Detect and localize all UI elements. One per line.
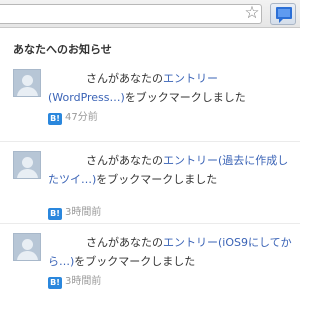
divider (0, 223, 300, 224)
avatar-body (17, 169, 38, 178)
address-bar[interactable] (0, 4, 262, 24)
hatena-bookmark-badge-icon: B! (48, 277, 62, 289)
timestamp: 47分前 (65, 112, 98, 123)
divider (0, 141, 300, 142)
notification-message: さんがあなたのエントリー(過去に作成したツイ…)をブックマークしました (48, 151, 294, 189)
message-suffix: をブックマークしました (124, 91, 246, 104)
avatar[interactable] (13, 151, 41, 179)
message-suffix: をブックマークしました (96, 173, 218, 186)
popup-heading: あなたへのお知らせ (13, 43, 112, 56)
notification-item[interactable]: さんがあなたのエントリー(過去に作成したツイ…)をブックマークしました B! 3時… (0, 151, 300, 229)
avatar-head (22, 157, 33, 168)
notification-item[interactable]: さんがあなたのエントリー (WordPress…)をブックマークしました B! 4… (0, 69, 300, 147)
notification-message: さんがあなたのエントリー(iOS9にしてから…)をブックマークしました (48, 233, 294, 271)
browser-toolbar: ☆ (0, 0, 300, 28)
speech-bubble-icon (276, 7, 292, 23)
bookmark-star-icon[interactable]: ☆ (243, 3, 261, 23)
avatar-body (17, 87, 38, 96)
notification-meta: B! 3時間前 (48, 275, 101, 289)
notification-meta: B! 3時間前 (48, 206, 101, 220)
notification-message: さんがあなたのエントリー (WordPress…)をブックマークしました (48, 69, 294, 107)
hatena-bookmark-badge-icon: B! (48, 113, 62, 125)
avatar-head (22, 75, 33, 86)
message-prefix: さんがあなたの (86, 72, 163, 85)
notification-item[interactable]: さんがあなたのエントリー(iOS9にしてから…)をブックマークしました B! 3時… (0, 233, 300, 311)
avatar-body (17, 251, 38, 260)
message-prefix: さんがあなたの (86, 236, 163, 249)
timestamp: 3時間前 (65, 276, 102, 287)
avatar[interactable] (13, 69, 41, 97)
avatar[interactable] (13, 233, 41, 261)
message-prefix: さんがあなたの (86, 154, 163, 167)
message-suffix: をブックマークしました (74, 255, 196, 268)
timestamp: 3時間前 (65, 207, 102, 218)
notifications-popup: あなたへのお知らせ さんがあなたのエントリー (WordPress…)をブックマ… (0, 29, 300, 300)
avatar-head (22, 239, 33, 250)
notification-meta: B! 47分前 (48, 111, 98, 125)
hatena-bookmark-badge-icon: B! (48, 208, 62, 220)
notification-extension-button[interactable] (270, 3, 296, 25)
